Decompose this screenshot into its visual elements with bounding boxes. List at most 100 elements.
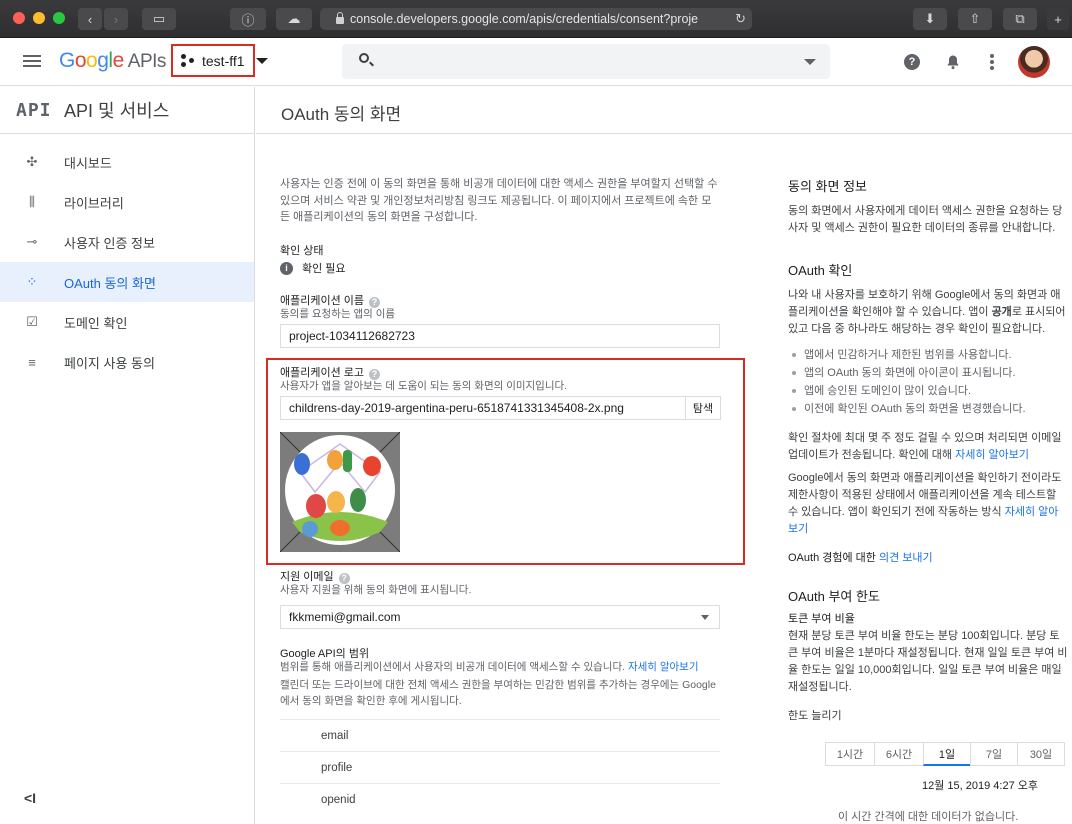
- scope-row-profile: profile: [280, 751, 720, 783]
- app-name-input[interactable]: project-1034112682723: [280, 324, 720, 348]
- main-content: 사용자는 인증 전에 이 동의 화면을 통해 비공개 데이터에 대한 액세스 권…: [256, 135, 1072, 824]
- page-title: OAuth 동의 화면: [281, 105, 402, 124]
- no-data-message: 이 시간 간격에 대한 데이터가 없습니다.: [838, 811, 1019, 823]
- browser-titlebar: ‹ › ▭ ⓘ ☁ console.developers.google.com/…: [0, 0, 1072, 38]
- public-emphasis: 공개: [991, 306, 1012, 318]
- downloads-button[interactable]: ⬇: [913, 8, 947, 30]
- consent-info-heading: 동의 화면 정보: [788, 179, 867, 194]
- oauth-verify-heading: OAuth 확인: [788, 263, 853, 278]
- sidebar-toggle-button[interactable]: ▭: [142, 8, 176, 30]
- sidebar-item-dashboard[interactable]: ✣ 대시보드: [0, 142, 254, 182]
- google-apis-logo[interactable]: Google APIs: [59, 49, 166, 73]
- quota-text: 현재 분당 토큰 부여 비율 한도는 분당 100회입니다. 분당 토큰 부여 …: [788, 630, 1068, 693]
- verify-conditions-list: 앱에서 민감하거나 제한된 범위를 사용합니다. 앱의 OAuth 동의 화면에…: [788, 346, 1068, 418]
- scopes-sub: 범위를 통해 애플리케이션에서 사용자의 비공개 데이터에 액세스할 수 있습니…: [280, 661, 699, 673]
- sidebar-item-label: 라이브러리: [64, 195, 124, 211]
- verify-duration-text: 확인 절차에 최대 몇 주 정도 걸릴 수 있으며 처리되면 이메일 업데이트가…: [788, 432, 1062, 461]
- sidebar-item-label: 페이지 사용 동의: [64, 355, 155, 371]
- avatar[interactable]: [1018, 46, 1050, 78]
- tab-1h[interactable]: 1시간: [825, 742, 875, 766]
- key-icon: ⊸: [26, 234, 38, 249]
- domain-check-icon: ☑: [26, 314, 38, 329]
- increase-quota-link[interactable]: 한도 늘리기: [788, 708, 1068, 725]
- feedback-text: OAuth 경험에 대한 의견 보내기: [788, 552, 933, 564]
- address-bar[interactable]: console.developers.google.com/apis/crede…: [320, 8, 752, 30]
- tab-30d[interactable]: 30일: [1017, 742, 1065, 766]
- page-usage-icon: ≡: [28, 354, 36, 370]
- lock-icon: [336, 12, 344, 24]
- sidebar-item-library[interactable]: ⫼ 라이브러리: [0, 182, 254, 222]
- share-button[interactable]: ⇧: [958, 8, 992, 30]
- time-range-tabs: 1시간 6시간 1일 7일 30일: [825, 742, 1065, 766]
- sidebar-item-label: 도메인 확인: [64, 315, 128, 331]
- minimize-window-button[interactable]: [33, 12, 45, 24]
- collapse-sidebar-button[interactable]: <I: [24, 790, 36, 806]
- forward-button[interactable]: ›: [104, 8, 128, 30]
- tabs-overview-button[interactable]: ⧉: [1003, 8, 1037, 30]
- menu-icon[interactable]: [23, 55, 41, 67]
- chevron-right-icon: ›: [113, 11, 119, 27]
- sidebar-item-page-usage[interactable]: ≡ 페이지 사용 동의: [0, 342, 254, 382]
- info-icon: i: [280, 261, 293, 275]
- verify-status-value: 확인 필요: [302, 263, 346, 275]
- verify-status: i 확인 필요: [280, 260, 346, 276]
- intro-text: 사용자는 인증 전에 이 동의 화면을 통해 비공개 데이터에 대한 액세스 권…: [280, 178, 718, 223]
- back-button[interactable]: ‹: [78, 8, 102, 30]
- verify-learn-more-link[interactable]: 자세히 알아보기: [955, 449, 1029, 461]
- project-selector[interactable]: test-ff1: [171, 44, 255, 77]
- reload-icon[interactable]: ↻: [735, 11, 746, 27]
- app-name-sub: 동의를 요청하는 앱의 이름: [280, 308, 396, 320]
- chevron-down-icon: [701, 615, 709, 620]
- library-icon: ⫼: [29, 194, 35, 209]
- logo-google: Google: [59, 49, 124, 72]
- api-logo-icon: API: [16, 99, 52, 121]
- verify-testing-text: Google에서 동의 화면과 애플리케이션을 확인하기 전이라도 제한사항이 …: [788, 472, 1062, 535]
- consent-info-panel: 동의 화면 정보 동의 화면에서 사용자에게 데이터 액세스 권한을 요청하는 …: [788, 176, 1068, 237]
- verify-status-label: 확인 상태: [280, 245, 324, 257]
- tabs-icon: ⧉: [1015, 11, 1025, 26]
- support-email-select[interactable]: fkkmemi@gmail.com: [280, 605, 720, 629]
- scope-row-openid: openid: [280, 783, 720, 815]
- plus-icon: +: [1054, 11, 1062, 27]
- browse-button[interactable]: 탐색: [685, 396, 721, 420]
- zoom-window-button[interactable]: [53, 12, 65, 24]
- sidebar-title: API 및 서비스: [64, 101, 170, 121]
- sidebar-item-domain-verification[interactable]: ☑ 도메인 확인: [0, 302, 254, 342]
- search-bar[interactable]: [342, 44, 830, 79]
- scopes-note: 캘린더 또는 드라이브에 대한 전체 액세스 권한을 부여하는 민감한 범위를 …: [280, 679, 716, 707]
- send-feedback-link[interactable]: 의견 보내기: [879, 552, 933, 564]
- search-icon: [359, 53, 369, 63]
- quota-subheading: 토큰 부여 비율: [788, 613, 855, 625]
- share-icon: ⇧: [969, 11, 981, 26]
- sidebar-item-oauth-consent[interactable]: ⁘ OAuth 동의 화면: [0, 262, 254, 302]
- timestamp: 12월 15, 2019 4:27 오후: [922, 780, 1038, 792]
- logo-apis: APIs: [127, 51, 167, 72]
- support-email-value: fkkmemi@gmail.com: [289, 610, 401, 624]
- project-dropdown-icon[interactable]: [256, 58, 268, 64]
- scopes-learn-more-link[interactable]: 자세히 알아보기: [628, 661, 699, 673]
- tab-6h[interactable]: 6시간: [874, 742, 924, 766]
- sidebar-icon: ▭: [152, 11, 166, 26]
- chevron-left-icon: ‹: [87, 11, 93, 27]
- oauth-verify-panel: OAuth 확인 나와 내 사용자를 보호하기 위해 Google에서 동의 화…: [788, 260, 1068, 567]
- notifications-icon[interactable]: [945, 54, 961, 70]
- url-text: console.developers.google.com/apis/crede…: [350, 12, 699, 26]
- sidebar-item-label: 대시보드: [64, 155, 112, 171]
- chevron-down-icon[interactable]: [804, 59, 816, 65]
- icloud-button[interactable]: ☁: [276, 8, 312, 30]
- sidebar-item-credentials[interactable]: ⊸ 사용자 인증 정보: [0, 222, 254, 262]
- cloud-icon: ☁: [287, 11, 301, 26]
- app-logo-sub: 사용자가 앱을 알아보는 데 도움이 되는 동의 화면의 이미지입니다.: [280, 380, 568, 392]
- new-tab-button[interactable]: +: [1047, 8, 1069, 30]
- help-icon[interactable]: ?: [904, 54, 920, 70]
- logo-file-input[interactable]: childrens-day-2019-argentina-peru-651874…: [280, 396, 686, 420]
- dashboard-icon: ✣: [26, 154, 38, 169]
- quota-heading: OAuth 부여 한도: [788, 589, 880, 604]
- more-options-icon[interactable]: [990, 54, 994, 70]
- sidebar: API API 및 서비스 ✣ 대시보드 ⫼ 라이브러리 ⊸ 사용자 인증 정보…: [0, 87, 255, 824]
- password-button[interactable]: ⓘ: [230, 8, 266, 30]
- support-email-sub: 사용자 지원을 위해 동의 화면에 표시됩니다.: [280, 584, 472, 596]
- tab-7d[interactable]: 7일: [970, 742, 1018, 766]
- close-window-button[interactable]: [13, 12, 25, 24]
- tab-1d[interactable]: 1일: [923, 742, 971, 766]
